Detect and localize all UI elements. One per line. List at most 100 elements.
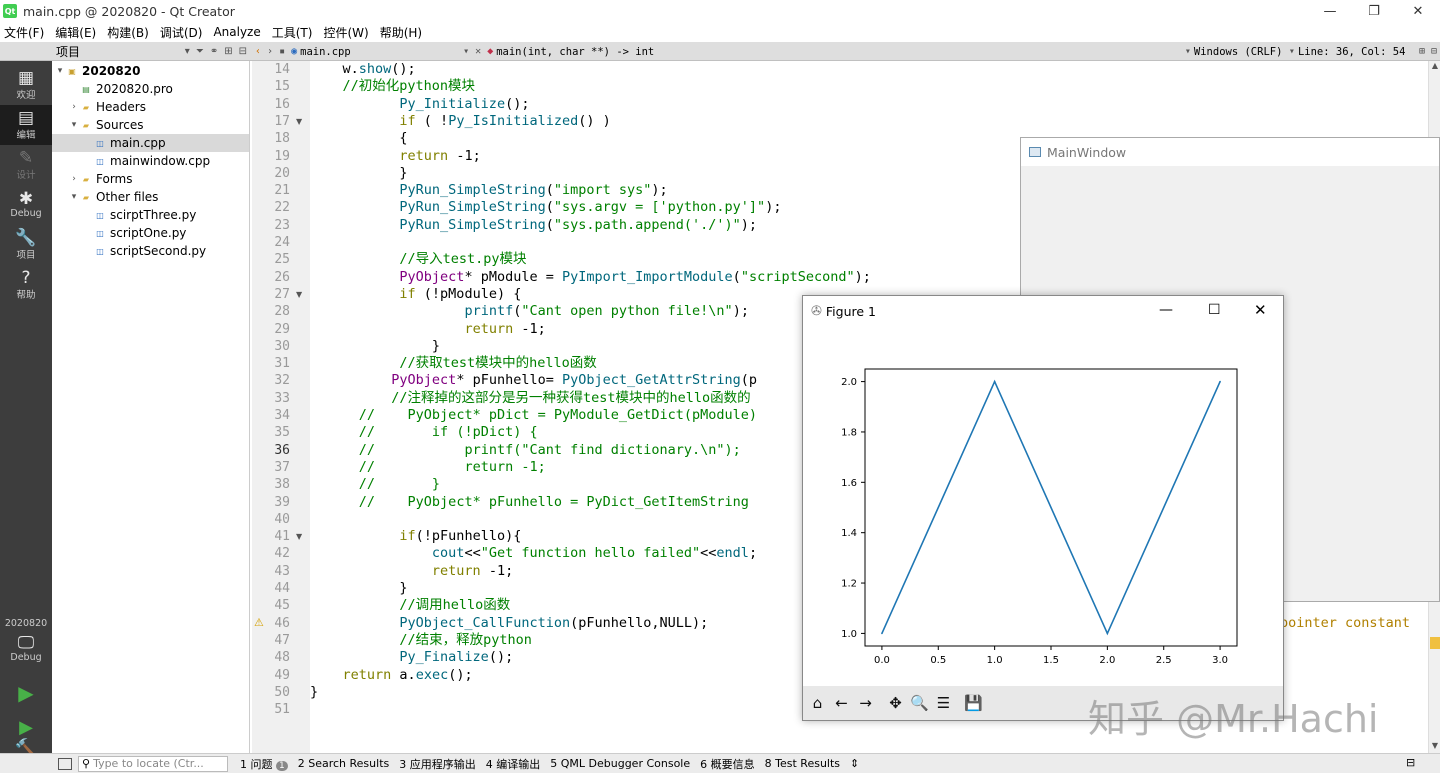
code-line[interactable]: PyObject* pFunhello= PyObject_GetAttrStr… xyxy=(310,372,757,389)
fold-marker-icon[interactable]: ▼ xyxy=(296,117,302,126)
tree-item[interactable]: ◫ main.cpp xyxy=(52,134,249,152)
line-number[interactable]: 31 xyxy=(252,355,290,372)
scroll-up-icon[interactable]: ▲ xyxy=(1430,61,1440,71)
locator-input[interactable]: ⚲ Type to locate (Ctr... xyxy=(78,755,228,772)
line-number[interactable]: 42 xyxy=(252,545,290,562)
menu-item-2[interactable]: 构建(B) xyxy=(107,24,149,41)
line-number[interactable]: 24 xyxy=(252,234,290,251)
qml-console-pane-button[interactable]: 5 QML Debugger Console xyxy=(550,757,690,770)
code-line[interactable]: return -1; xyxy=(310,321,545,338)
code-line[interactable]: return -1; xyxy=(310,563,513,580)
close-button[interactable]: ✕ xyxy=(1396,0,1440,22)
line-number[interactable]: 37 xyxy=(252,459,290,476)
code-line[interactable]: //调用hello函数 xyxy=(310,597,510,614)
line-number[interactable]: 45 xyxy=(252,597,290,614)
line-number[interactable]: 49 xyxy=(252,667,290,684)
minimize-button[interactable]: — xyxy=(1308,0,1352,22)
code-line[interactable]: PyRun_SimpleString("sys.argv = ['python.… xyxy=(310,199,781,216)
line-number[interactable]: 40 xyxy=(252,511,290,528)
close-button[interactable]: ✕ xyxy=(1254,301,1267,319)
warning-icon[interactable]: ⚠ xyxy=(254,616,264,629)
menu-item-5[interactable]: 工具(T) xyxy=(272,24,313,41)
figure-title-bar[interactable]: ✇ Figure 1 — ☐ ✕ xyxy=(803,296,1283,326)
mode-debug[interactable]: ✱ Debug xyxy=(0,185,52,225)
code-line[interactable]: //初始化python模块 xyxy=(310,78,476,95)
chevron-down-icon[interactable]: ▾ xyxy=(68,120,80,130)
test-results-pane-button[interactable]: 8 Test Results xyxy=(765,757,840,770)
code-line[interactable]: //获取test模块中的hello函数 xyxy=(310,355,596,372)
tree-item[interactable]: ◫ scirptThree.py xyxy=(52,206,249,224)
line-number[interactable]: 39 xyxy=(252,494,290,511)
code-line[interactable]: } xyxy=(310,165,407,182)
zoom-icon[interactable]: 🔍 xyxy=(908,692,931,715)
line-number[interactable]: 30 xyxy=(252,338,290,355)
line-number[interactable]: 14 xyxy=(252,61,290,78)
line-number[interactable]: 29 xyxy=(252,321,290,338)
code-line[interactable]: //导入test.py模块 xyxy=(310,251,526,268)
code-line[interactable]: } xyxy=(310,338,440,355)
line-ending-selector[interactable]: Windows (CRLF) xyxy=(1194,46,1286,58)
fold-marker-icon[interactable]: ▼ xyxy=(296,532,302,541)
code-line[interactable]: PyRun_SimpleString("sys.path.append('./'… xyxy=(310,217,757,234)
code-line[interactable]: //注释掉的这部分是另一种获得test模块中的hello函数的 xyxy=(310,390,750,407)
cursor-position[interactable]: Line: 36, Col: 54 xyxy=(1298,46,1416,58)
chevron-down-icon[interactable]: ▾ xyxy=(54,66,66,76)
filter-icon[interactable]: ⏷ xyxy=(196,46,204,57)
line-number[interactable]: 15 xyxy=(252,78,290,95)
code-line[interactable]: if(!pFunhello){ xyxy=(310,528,521,545)
code-line[interactable]: // return -1; xyxy=(310,459,546,476)
line-number[interactable]: 28 xyxy=(252,303,290,320)
issues-pane-button[interactable]: 1 问题 1 xyxy=(240,756,288,772)
line-number[interactable]: 25 xyxy=(252,251,290,268)
line-number[interactable]: 48 xyxy=(252,649,290,666)
split-icon[interactable]: ⊞ xyxy=(224,46,232,57)
application-output-pane-button[interactable]: 3 应用程序输出 xyxy=(399,756,476,772)
line-number[interactable]: 47 xyxy=(252,632,290,649)
line-number[interactable]: 35 xyxy=(252,424,290,441)
tree-item[interactable]: › ▰ Forms xyxy=(52,170,249,188)
compile-output-pane-button[interactable]: 4 编译输出 xyxy=(486,756,541,772)
code-line[interactable]: w.show(); xyxy=(310,61,416,78)
chevron-right-icon[interactable]: › xyxy=(68,174,80,184)
link-icon[interactable]: ⚭ xyxy=(210,46,218,57)
kit-selector[interactable]: 2020820 🖵 Debug xyxy=(0,609,52,671)
more-panes-icon[interactable]: ⇕ xyxy=(850,757,859,770)
menu-item-6[interactable]: 控件(W) xyxy=(323,24,368,41)
code-line[interactable]: Py_Finalize(); xyxy=(310,649,513,666)
line-number[interactable]: 43 xyxy=(252,563,290,580)
menu-item-0[interactable]: 文件(F) xyxy=(4,24,44,41)
dropdown-arrow-icon[interactable]: ▾ xyxy=(463,46,469,57)
tree-item[interactable]: ▾ ▰ Sources xyxy=(52,116,249,134)
menu-item-3[interactable]: 调试(D) xyxy=(160,24,203,41)
mode-help[interactable]: ? 帮助 xyxy=(0,265,52,305)
tree-item[interactable]: › ▰ Headers xyxy=(52,98,249,116)
line-number[interactable]: 38 xyxy=(252,476,290,493)
tree-item[interactable]: ▾ ▰ Other files xyxy=(52,188,249,206)
line-number[interactable]: 36 xyxy=(252,442,290,459)
dropdown-arrow-icon[interactable]: ▾ xyxy=(1289,46,1295,57)
line-number[interactable]: 41 xyxy=(252,528,290,545)
code-line[interactable]: return -1; xyxy=(310,148,480,165)
figure-window[interactable]: ✇ Figure 1 — ☐ ✕ 0.0 0.5 1.0 1.5 2.0 2.5 3.0 1.… xyxy=(802,295,1284,721)
menu-item-4[interactable]: Analyze xyxy=(213,25,260,39)
line-number[interactable]: 23 xyxy=(252,217,290,234)
code-line[interactable]: if ( !Py_IsInitialized() ) xyxy=(310,113,610,130)
line-number[interactable]: 27 xyxy=(252,286,290,303)
close-pane-icon[interactable]: ⊟ xyxy=(239,46,247,57)
line-number[interactable]: 34 xyxy=(252,407,290,424)
maximize-button[interactable]: ❐ xyxy=(1352,0,1396,22)
line-number[interactable]: 16 xyxy=(252,96,290,113)
home-icon[interactable]: ⌂ xyxy=(806,692,829,715)
mode-design[interactable]: ✎ 设计 xyxy=(0,145,52,185)
line-number[interactable]: 33 xyxy=(252,390,290,407)
line-number[interactable]: 19 xyxy=(252,148,290,165)
scroll-down-icon[interactable]: ▼ xyxy=(1430,741,1440,751)
menu-item-1[interactable]: 编辑(E) xyxy=(55,24,96,41)
line-number[interactable]: 22 xyxy=(252,199,290,216)
chevron-down-icon[interactable]: ▾ xyxy=(68,192,80,202)
split-icon[interactable]: ⊞ xyxy=(1419,46,1425,57)
line-number[interactable]: 51 xyxy=(252,701,290,718)
line-number[interactable]: 21 xyxy=(252,182,290,199)
back-icon[interactable]: ← xyxy=(830,692,853,715)
mode-welcome[interactable]: ▦ 欢迎 xyxy=(0,65,52,105)
